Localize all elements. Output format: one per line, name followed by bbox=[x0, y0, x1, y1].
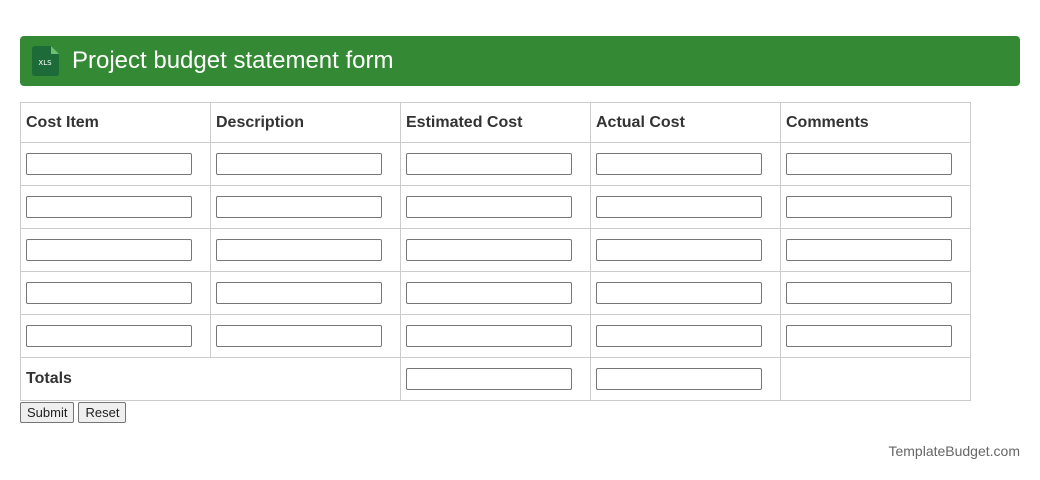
footer-brand: TemplateBudget.com bbox=[888, 443, 1020, 459]
estimated-cost-input[interactable] bbox=[406, 282, 572, 304]
totals-label: Totals bbox=[20, 357, 401, 401]
description-input[interactable] bbox=[216, 239, 382, 261]
table-row bbox=[20, 228, 971, 272]
actual-cost-input[interactable] bbox=[596, 325, 762, 347]
cost-item-input[interactable] bbox=[26, 239, 192, 261]
comments-input[interactable] bbox=[786, 239, 952, 261]
form-header: XLS Project budget statement form bbox=[20, 36, 1020, 86]
budget-table: Cost Item Description Estimated Cost Act… bbox=[20, 102, 971, 401]
actual-cost-input[interactable] bbox=[596, 196, 762, 218]
xls-file-icon: XLS bbox=[32, 46, 59, 76]
submit-button[interactable]: Submit bbox=[20, 402, 75, 423]
total-actual-cost-input[interactable] bbox=[596, 368, 762, 390]
actual-cost-input[interactable] bbox=[596, 282, 762, 304]
page-title: Project budget statement form bbox=[72, 47, 394, 74]
reset-button[interactable]: Reset bbox=[78, 402, 127, 423]
totals-empty-cell bbox=[780, 357, 971, 401]
estimated-cost-input[interactable] bbox=[406, 325, 572, 347]
description-input[interactable] bbox=[216, 196, 382, 218]
comments-input[interactable] bbox=[786, 325, 952, 347]
total-estimated-cost-input[interactable] bbox=[406, 368, 572, 390]
table-row bbox=[20, 142, 971, 186]
column-header-description: Description bbox=[210, 102, 401, 143]
table-row bbox=[20, 271, 971, 315]
table-row bbox=[20, 314, 971, 358]
comments-input[interactable] bbox=[786, 153, 952, 175]
actual-cost-input[interactable] bbox=[596, 239, 762, 261]
column-header-actual-cost: Actual Cost bbox=[590, 102, 781, 143]
comments-input[interactable] bbox=[786, 282, 952, 304]
cost-item-input[interactable] bbox=[26, 282, 192, 304]
column-header-cost-item: Cost Item bbox=[20, 102, 211, 143]
description-input[interactable] bbox=[216, 282, 382, 304]
cost-item-input[interactable] bbox=[26, 325, 192, 347]
description-input[interactable] bbox=[216, 153, 382, 175]
estimated-cost-input[interactable] bbox=[406, 239, 572, 261]
form-buttons: Submit Reset bbox=[20, 402, 127, 423]
estimated-cost-input[interactable] bbox=[406, 196, 572, 218]
comments-input[interactable] bbox=[786, 196, 952, 218]
actual-cost-input[interactable] bbox=[596, 153, 762, 175]
table-header-row: Cost Item Description Estimated Cost Act… bbox=[20, 102, 971, 143]
cost-item-input[interactable] bbox=[26, 153, 192, 175]
column-header-estimated-cost: Estimated Cost bbox=[400, 102, 591, 143]
column-header-comments: Comments bbox=[780, 102, 971, 143]
description-input[interactable] bbox=[216, 325, 382, 347]
table-row bbox=[20, 185, 971, 229]
estimated-cost-input[interactable] bbox=[406, 153, 572, 175]
cost-item-input[interactable] bbox=[26, 196, 192, 218]
xls-icon-label: XLS bbox=[38, 59, 52, 67]
totals-row: Totals bbox=[20, 357, 971, 401]
